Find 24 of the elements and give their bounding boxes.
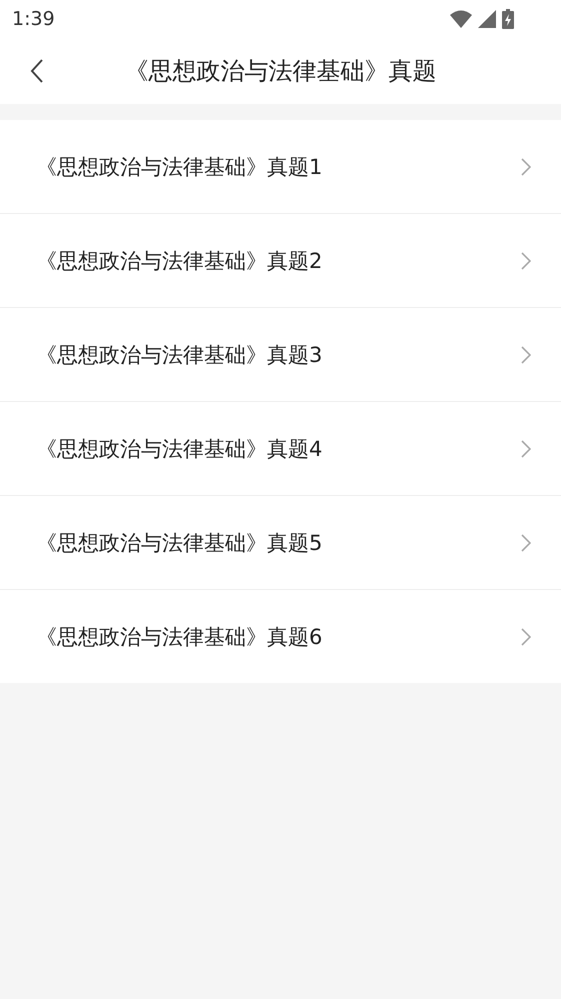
back-icon: [30, 58, 44, 84]
list-item[interactable]: 《思想政治与法律基础》真题5: [0, 496, 561, 590]
chevron-icon: [521, 346, 531, 364]
item-label: 《思想政治与法律基础》真题4: [36, 436, 322, 462]
item-label: 《思想政治与法律基础》真题1: [36, 154, 322, 180]
list-item[interactable]: 《思想政治与法律基础》真题3: [0, 308, 561, 402]
battery-icon: [502, 9, 514, 29]
chevron-icon: [521, 158, 531, 176]
chevron-icon: [521, 628, 531, 646]
item-label: 《思想政治与法律基础》真题5: [36, 530, 322, 556]
list-item[interactable]: 《思想政治与法律基础》真题6: [0, 590, 561, 683]
item-label: 《思想政治与法律基础》真题3: [36, 342, 322, 368]
list-item[interactable]: 《思想政治与法律基础》真题1: [0, 120, 561, 214]
wifi-icon: [450, 10, 472, 28]
list-item[interactable]: 《思想政治与法律基础》真题4: [0, 402, 561, 496]
item-label: 《思想政治与法律基础》真题6: [36, 624, 322, 650]
chevron-icon: [521, 252, 531, 270]
page-title: 《思想政治与法律基础》真题: [124, 56, 436, 87]
item-label: 《思想政治与法律基础》真题2: [36, 248, 322, 274]
status-time: 1:39: [12, 8, 55, 30]
signal-icon: [478, 10, 496, 28]
chevron-icon: [521, 440, 531, 458]
chevron-icon: [521, 534, 531, 552]
list-item[interactable]: 《思想政治与法律基础》真题2: [0, 214, 561, 308]
